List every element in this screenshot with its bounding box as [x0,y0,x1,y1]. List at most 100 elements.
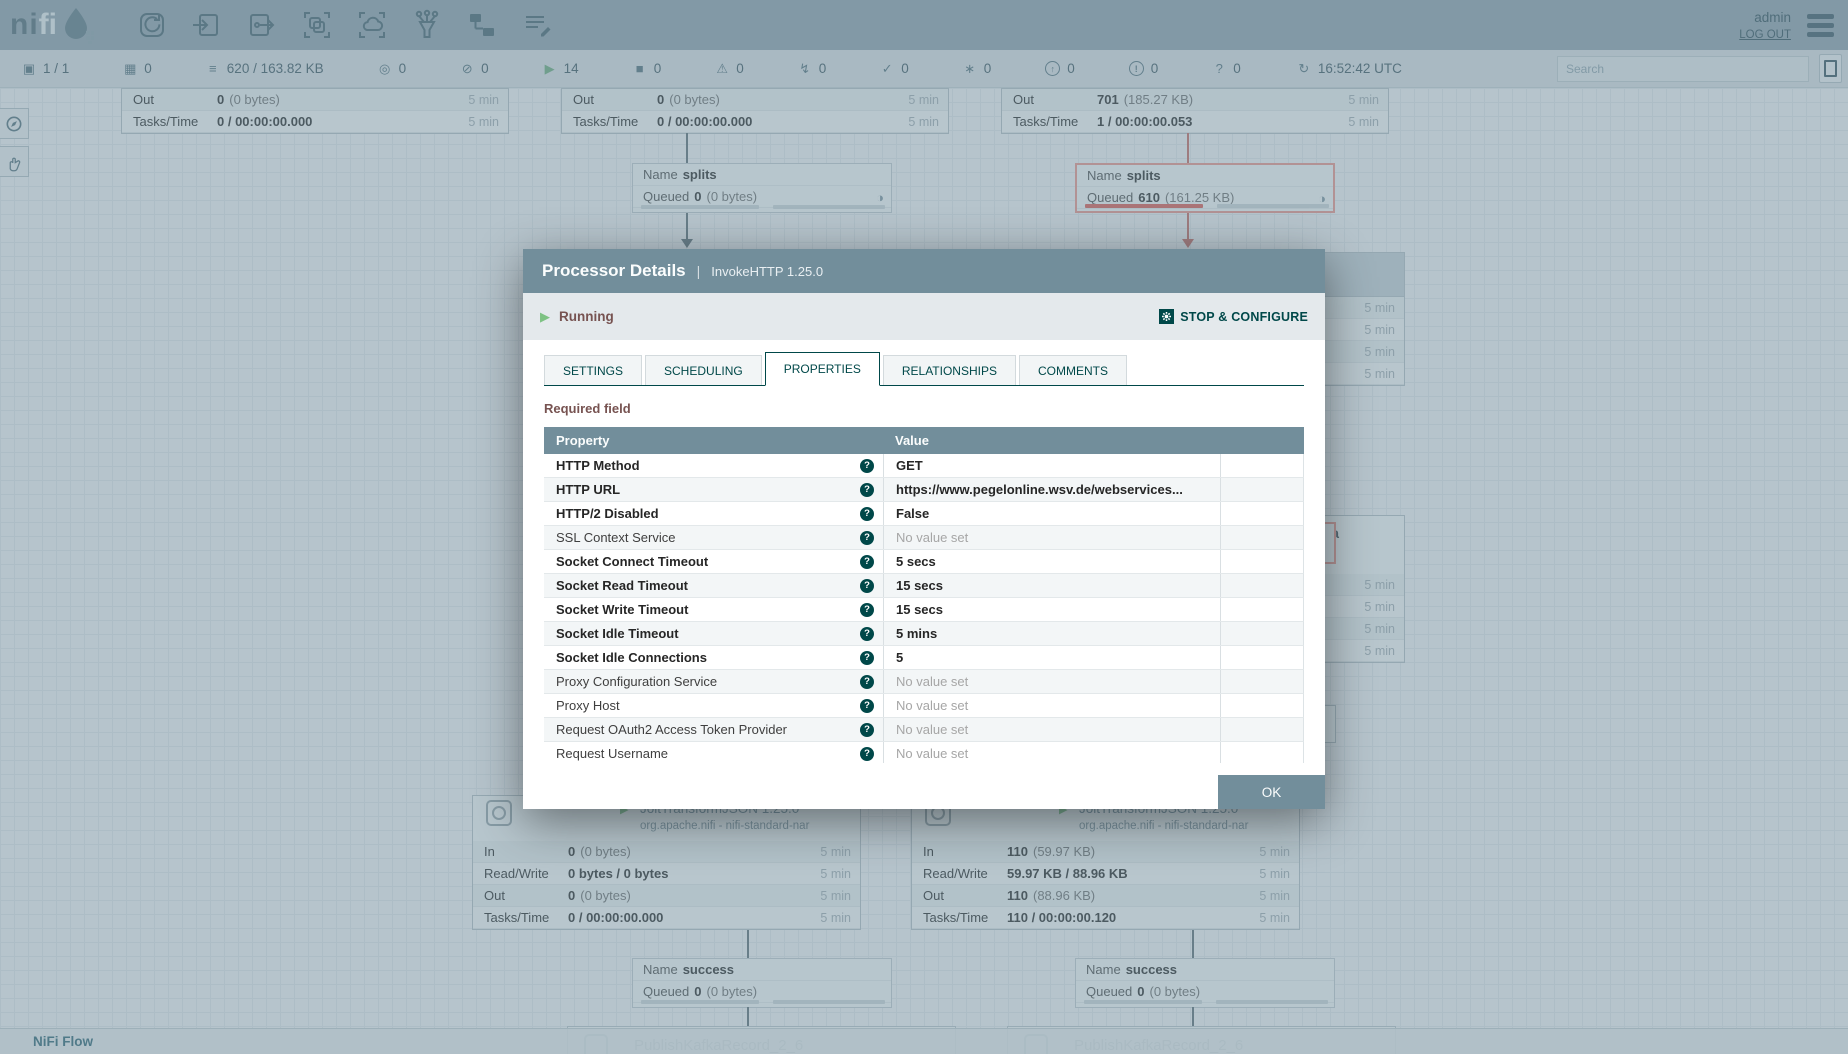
help-icon[interactable]: ? [860,459,874,473]
dialog-title: Processor Details [542,261,686,281]
property-name: Socket Connect Timeout [556,554,708,569]
processor-details-dialog: Processor Details | InvokeHTTP 1.25.0 ▶ … [523,249,1325,809]
property-value-cell: 5 [883,646,1220,669]
tab-comments[interactable]: COMMENTS [1019,355,1127,385]
property-name: Request Username [556,746,668,761]
property-column-header: Property [544,433,883,448]
property-row: Socket Connect Timeout?5 secs [544,550,1304,574]
property-name: HTTP Method [556,458,640,473]
empty-cell [1220,670,1304,693]
property-name: Request OAuth2 Access Token Provider [556,722,787,737]
property-name: Socket Write Timeout [556,602,688,617]
help-icon[interactable]: ? [860,555,874,569]
value-column-header: Value [883,433,929,448]
property-row: Request OAuth2 Access Token Provider?No … [544,718,1304,742]
property-name-cell: Socket Connect Timeout? [544,550,883,573]
property-value-cell: 15 secs [883,574,1220,597]
empty-cell [1220,646,1304,669]
empty-cell [1220,718,1304,741]
property-value-cell: GET [883,454,1220,477]
processor-type-version: InvokeHTTP 1.25.0 [711,264,823,279]
property-row: Proxy Host?No value set [544,694,1304,718]
empty-cell [1220,694,1304,717]
nifi-app: nifi admin LOG OUT ▣1 / 1▦0≡620 / 163.82… [0,0,1848,1054]
property-name-cell: Request OAuth2 Access Token Provider? [544,718,883,741]
empty-cell [1220,526,1304,549]
help-icon[interactable]: ? [860,603,874,617]
property-value-cell: False [883,502,1220,525]
stop-and-configure-button[interactable]: STOP & CONFIGURE [1159,309,1308,324]
property-row: Socket Idle Connections?5 [544,646,1304,670]
property-name: HTTP/2 Disabled [556,506,659,521]
property-row: Proxy Configuration Service?No value set [544,670,1304,694]
empty-cell [1220,742,1304,763]
property-row: SSL Context Service?No value set [544,526,1304,550]
empty-cell [1220,550,1304,573]
help-icon[interactable]: ? [860,651,874,665]
property-value-cell: No value set [883,718,1220,741]
property-name: Socket Idle Timeout [556,626,679,641]
property-name-cell: HTTP/2 Disabled? [544,502,883,525]
property-row: HTTP/2 Disabled?False [544,502,1304,526]
property-row: Socket Write Timeout?15 secs [544,598,1304,622]
running-icon: ▶ [540,309,550,325]
empty-cell [1220,454,1304,477]
run-status-label: Running [559,309,614,324]
property-name: Socket Idle Connections [556,650,707,665]
property-value-cell: No value set [883,526,1220,549]
tab-scheduling[interactable]: SCHEDULING [645,355,762,385]
empty-cell [1220,574,1304,597]
empty-cell [1220,478,1304,501]
property-name-cell: Proxy Host? [544,694,883,717]
property-row: HTTP Method?GET [544,454,1304,478]
property-value-cell: 5 secs [883,550,1220,573]
empty-cell [1220,598,1304,621]
help-icon[interactable]: ? [860,579,874,593]
property-name-cell: Proxy Configuration Service? [544,670,883,693]
gear-icon [1159,309,1174,324]
tab-properties[interactable]: PROPERTIES [765,352,880,386]
tab-settings[interactable]: SETTINGS [544,355,642,385]
table-header: Property Value [544,427,1304,454]
empty-cell [1220,502,1304,525]
property-name: Proxy Configuration Service [556,674,717,689]
dialog-header: Processor Details | InvokeHTTP 1.25.0 [523,249,1325,293]
property-name-cell: Request Username? [544,742,883,763]
dialog-status-row: ▶ Running STOP & CONFIGURE [523,293,1325,340]
property-name-cell: Socket Write Timeout? [544,598,883,621]
property-name-cell: Socket Idle Connections? [544,646,883,669]
dialog-body: SETTINGSSCHEDULINGPROPERTIESRELATIONSHIP… [523,340,1325,763]
property-value-cell: https://www.pegelonline.wsv.de/webservic… [883,478,1220,501]
empty-cell [1220,622,1304,645]
property-name-cell: HTTP Method? [544,454,883,477]
property-name-cell: Socket Idle Timeout? [544,622,883,645]
properties-table: Property Value HTTP Method?GETHTTP URL?h… [544,427,1304,763]
title-separator: | [697,263,701,279]
help-icon[interactable]: ? [860,507,874,521]
property-row: Request Username?No value set [544,742,1304,763]
dialog-tabs: SETTINGSSCHEDULINGPROPERTIESRELATIONSHIP… [544,340,1304,386]
help-icon[interactable]: ? [860,747,874,761]
property-name-cell: HTTP URL? [544,478,883,501]
property-row: Socket Read Timeout?15 secs [544,574,1304,598]
tab-relationships[interactable]: RELATIONSHIPS [883,355,1016,385]
property-value-cell: No value set [883,694,1220,717]
property-name-cell: Socket Read Timeout? [544,574,883,597]
property-name: HTTP URL [556,482,620,497]
property-name: SSL Context Service [556,530,675,545]
property-value-cell: 15 secs [883,598,1220,621]
help-icon[interactable]: ? [860,627,874,641]
property-value-cell: No value set [883,670,1220,693]
help-icon[interactable]: ? [860,723,874,737]
property-name: Socket Read Timeout [556,578,688,593]
help-icon[interactable]: ? [860,699,874,713]
help-icon[interactable]: ? [860,675,874,689]
property-row: Socket Idle Timeout?5 mins [544,622,1304,646]
ok-button[interactable]: OK [1218,775,1325,809]
help-icon[interactable]: ? [860,483,874,497]
property-row: HTTP URL?https://www.pegelonline.wsv.de/… [544,478,1304,502]
property-name-cell: SSL Context Service? [544,526,883,549]
help-icon[interactable]: ? [860,531,874,545]
required-field-hint: Required field [544,401,1304,416]
property-value-cell: 5 mins [883,622,1220,645]
